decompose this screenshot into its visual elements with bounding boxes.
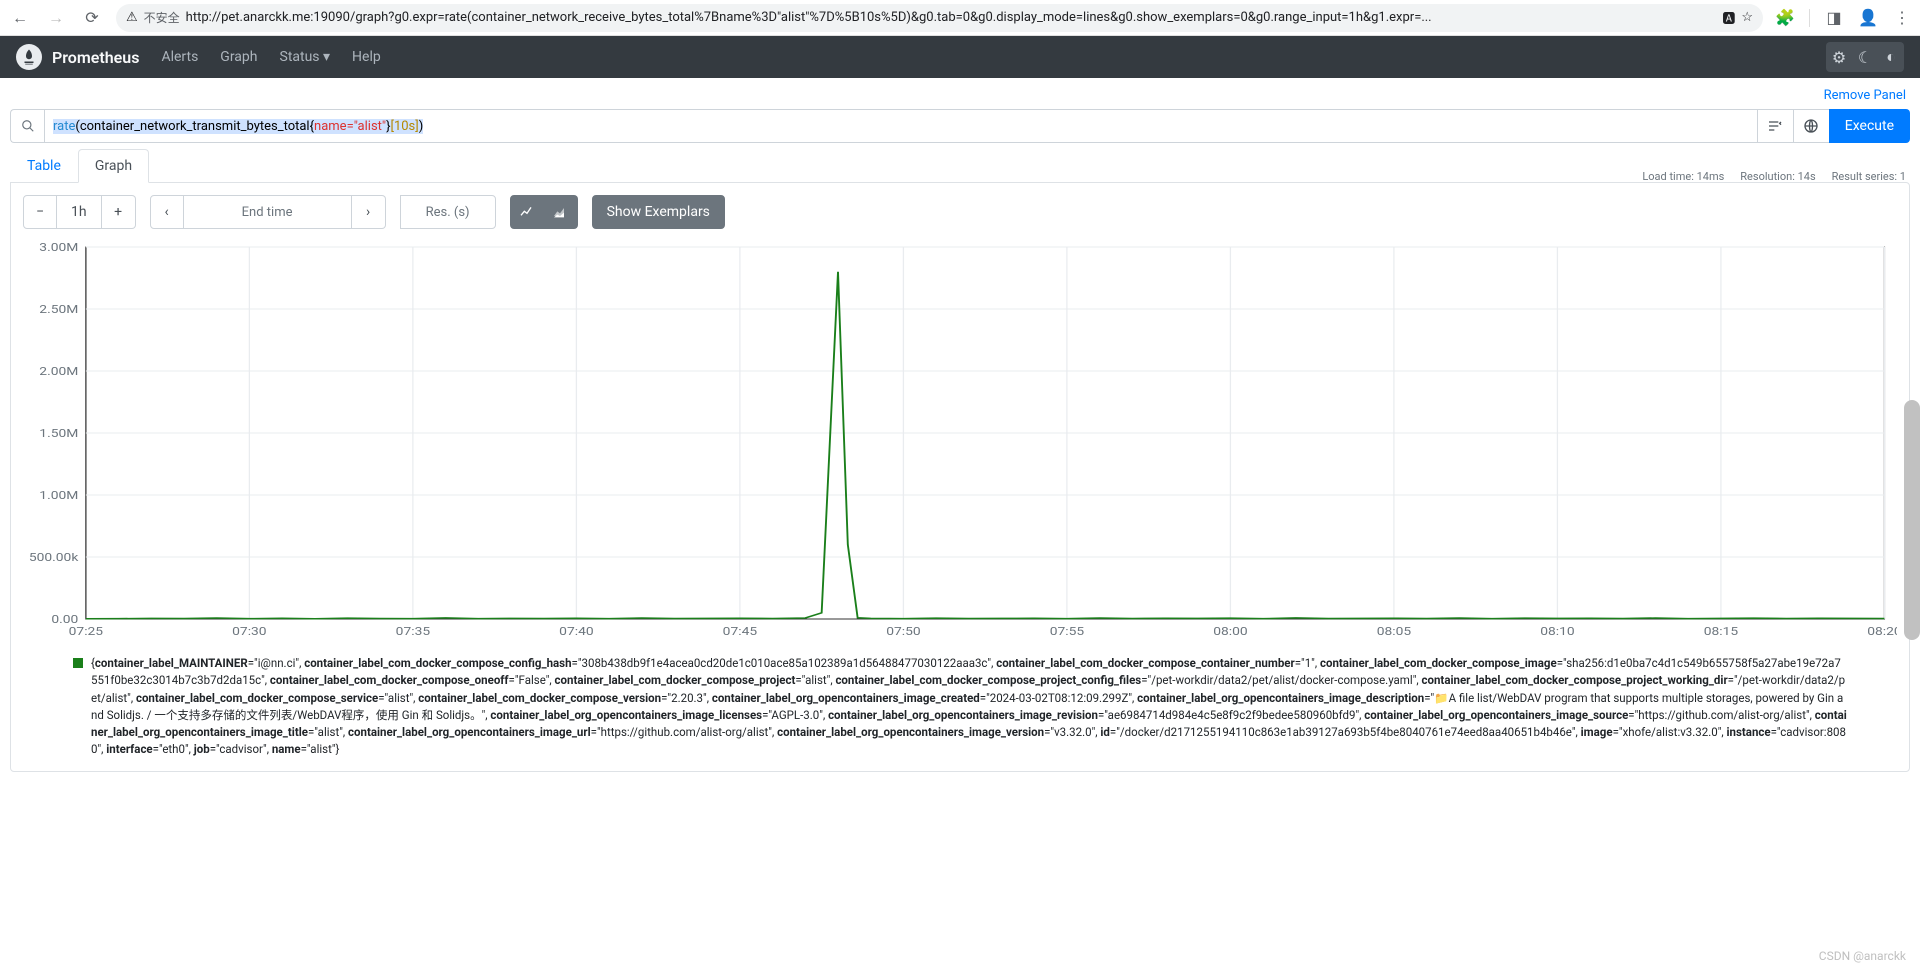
url-text: http://pet.anarckk.me:19090/graph?g0.exp… — [186, 10, 1717, 25]
show-exemplars-button[interactable]: Show Exemplars — [592, 195, 725, 229]
watermark: CSDN @anarckk — [1819, 949, 1906, 963]
query-stats: Load time: 14ms Resolution: 14s Result s… — [1642, 149, 1910, 183]
insecure-icon: ⚠ — [126, 10, 138, 25]
forward-button[interactable]: → — [44, 6, 68, 30]
svg-text:07:30: 07:30 — [232, 625, 266, 638]
nav-status[interactable]: Status ▾ — [280, 49, 331, 65]
search-icon — [10, 109, 44, 143]
end-time-input[interactable]: End time — [184, 195, 352, 229]
nav-graph[interactable]: Graph — [220, 49, 257, 65]
stat-series: Result series: 1 — [1832, 170, 1906, 183]
chart-area[interactable]: 0.00500.00k1.00M1.50M2.00M2.50M3.00M07:2… — [23, 239, 1897, 649]
svg-text:2.00M: 2.00M — [39, 365, 78, 378]
dark-mode-icon[interactable]: ☾ — [1852, 42, 1878, 72]
svg-text:07:35: 07:35 — [396, 625, 430, 638]
nav-links: Alerts Graph Status ▾ Help — [161, 49, 380, 65]
svg-text:500.00k: 500.00k — [29, 551, 79, 564]
execute-button[interactable]: Execute — [1829, 109, 1910, 143]
translate-icon[interactable]: 🅰 — [1722, 8, 1735, 27]
range-increase-button[interactable]: + — [102, 195, 136, 229]
expression-input[interactable]: rate(container_network_transmit_bytes_to… — [44, 109, 1758, 143]
svg-text:08:15: 08:15 — [1704, 625, 1738, 638]
time-back-button[interactable]: ‹ — [150, 195, 184, 229]
query-bar: rate(container_network_transmit_bytes_to… — [10, 109, 1910, 143]
svg-text:3.00M: 3.00M — [39, 241, 78, 254]
svg-text:07:50: 07:50 — [886, 625, 920, 638]
sidepanel-icon[interactable]: ◨ — [1824, 8, 1844, 28]
svg-text:2.50M: 2.50M — [39, 303, 78, 316]
stat-res: Resolution: 14s — [1740, 170, 1815, 183]
reload-button[interactable]: ⟳ — [80, 6, 104, 30]
svg-text:1.00M: 1.00M — [39, 489, 78, 502]
brand-logo[interactable]: Prometheus — [16, 44, 139, 70]
svg-text:08:10: 08:10 — [1540, 625, 1574, 638]
globe-button[interactable] — [1794, 109, 1830, 143]
graph-panel: − 1h + ‹ End time › Res. (s) Show Exemp — [10, 182, 1910, 772]
browser-toolbar: ← → ⟳ ⚠ 不安全 http://pet.anarckk.me:19090/… — [0, 0, 1920, 36]
tab-graph[interactable]: Graph — [78, 149, 149, 183]
browser-right-icons: 🧩 ◨ 👤 ⋮ — [1775, 8, 1912, 28]
svg-text:07:55: 07:55 — [1050, 625, 1084, 638]
svg-text:08:05: 08:05 — [1377, 625, 1411, 638]
stacked-chart-icon[interactable] — [544, 195, 578, 229]
nav-alerts[interactable]: Alerts — [161, 49, 198, 65]
range-value[interactable]: 1h — [57, 195, 102, 229]
legend-text: {container_label_MAINTAINER="i@nn.ci", c… — [91, 655, 1847, 759]
bookmark-icon[interactable]: ☆ — [1741, 10, 1753, 25]
format-button[interactable] — [1758, 109, 1794, 143]
svg-text:08:00: 08:00 — [1213, 625, 1247, 638]
settings-icon[interactable]: ⚙ — [1826, 42, 1852, 72]
back-button[interactable]: ← — [8, 6, 32, 30]
contrast-icon[interactable]: ◐ — [1878, 42, 1904, 72]
legend[interactable]: {container_label_MAINTAINER="i@nn.ci", c… — [23, 649, 1897, 759]
profile-icon[interactable]: 👤 — [1858, 8, 1878, 28]
line-chart-icon[interactable] — [510, 195, 544, 229]
tab-table[interactable]: Table — [10, 149, 78, 183]
extensions-icon[interactable]: 🧩 — [1775, 8, 1795, 28]
svg-text:07:25: 07:25 — [69, 625, 103, 638]
range-decrease-button[interactable]: − — [23, 195, 57, 229]
prometheus-icon — [16, 44, 42, 70]
svg-text:08:20: 08:20 — [1867, 625, 1897, 638]
address-bar[interactable]: ⚠ 不安全 http://pet.anarckk.me:19090/graph?… — [116, 4, 1763, 32]
navbar-right: ⚙ ☾ ◐ — [1826, 42, 1904, 72]
nav-help[interactable]: Help — [352, 49, 381, 65]
insecure-label: 不安全 — [144, 9, 180, 26]
menu-icon[interactable]: ⋮ — [1892, 8, 1912, 28]
resolution-input[interactable]: Res. (s) — [400, 195, 496, 229]
result-tabs: Table Graph — [10, 149, 149, 183]
scrollbar-thumb[interactable] — [1904, 400, 1920, 640]
stat-load: Load time: 14ms — [1642, 170, 1724, 183]
graph-controls: − 1h + ‹ End time › Res. (s) Show Exemp — [23, 195, 1897, 229]
legend-swatch — [73, 658, 83, 668]
remove-panel-link[interactable]: Remove Panel — [1824, 88, 1906, 103]
divider — [1809, 9, 1810, 27]
svg-text:07:40: 07:40 — [559, 625, 593, 638]
app-navbar: Prometheus Alerts Graph Status ▾ Help ⚙ … — [0, 36, 1920, 78]
svg-text:1.50M: 1.50M — [39, 427, 78, 440]
svg-text:07:45: 07:45 — [723, 625, 757, 638]
time-forward-button[interactable]: › — [352, 195, 386, 229]
brand-text: Prometheus — [52, 48, 139, 67]
